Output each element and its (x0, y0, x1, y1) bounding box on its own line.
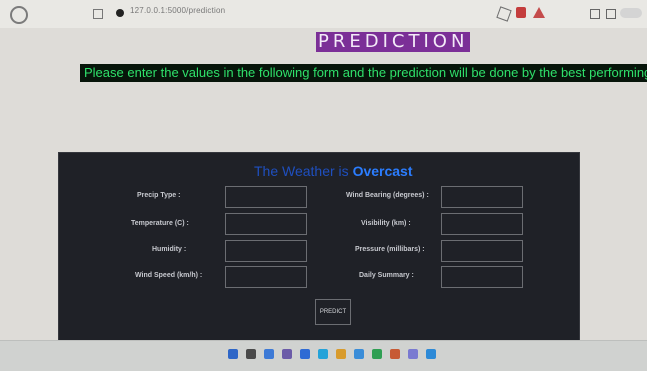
taskbar (0, 340, 647, 371)
taskview-icon[interactable] (264, 349, 274, 359)
browser-icon[interactable] (318, 349, 328, 359)
wind-bearing-input[interactable] (441, 186, 523, 208)
address-bar[interactable]: 127.0.0.1:5000/prediction (130, 6, 225, 15)
result-label: The Weather is (254, 163, 349, 179)
predict-button[interactable]: PREDICT (315, 299, 351, 325)
start-icon[interactable] (228, 349, 238, 359)
search-icon[interactable] (246, 349, 256, 359)
share-icon[interactable] (496, 6, 512, 22)
temperature-input[interactable] (225, 213, 307, 235)
folder-icon[interactable] (336, 349, 346, 359)
reload-icon[interactable] (10, 6, 28, 24)
prediction-form: The Weather is Overcast Precip Type : Te… (58, 152, 580, 342)
tab-icon[interactable] (93, 9, 103, 19)
precip-type-input[interactable] (225, 186, 307, 208)
wind-bearing-label: Wind Bearing (degrees) : (346, 192, 429, 199)
wind-speed-input[interactable] (225, 266, 307, 288)
alert-icon[interactable] (533, 7, 545, 18)
chrome-icon[interactable] (372, 349, 382, 359)
visibility-label: Visibility (km) : (361, 220, 411, 227)
precip-type-label: Precip Type : (137, 192, 181, 199)
visibility-input[interactable] (441, 213, 523, 235)
humidity-label: Humidity : (152, 246, 187, 253)
extension-icon[interactable] (516, 7, 526, 18)
page-title: PREDICTION (316, 31, 471, 52)
app3-icon[interactable] (408, 349, 418, 359)
browser-toolbar: 127.0.0.1:5000/prediction (0, 0, 647, 29)
daily-summary-input[interactable] (441, 266, 523, 288)
humidity-input[interactable] (225, 240, 307, 262)
store-icon[interactable] (354, 349, 364, 359)
prediction-result: The Weather is Overcast (254, 163, 413, 179)
site-icon (116, 9, 124, 17)
window-maximize-icon[interactable] (606, 9, 616, 19)
widgets-icon[interactable] (282, 349, 292, 359)
page: PREDICTION Please enter the values in th… (0, 28, 647, 342)
vscode-icon[interactable] (426, 349, 436, 359)
pressure-input[interactable] (441, 240, 523, 262)
pressure-label: Pressure (millibars) : (355, 246, 425, 253)
temperature-label: Temperature (C) : (131, 220, 189, 227)
result-value: Overcast (352, 163, 413, 179)
daily-summary-label: Daily Summary : (359, 272, 414, 279)
app2-icon[interactable] (390, 349, 400, 359)
window-minimize-icon[interactable] (590, 9, 600, 19)
instruction-banner: Please enter the values in the following… (80, 64, 647, 82)
profile-icon[interactable] (620, 8, 642, 18)
app-icon[interactable] (300, 349, 310, 359)
wind-speed-label: Wind Speed (km/h) : (135, 272, 203, 279)
